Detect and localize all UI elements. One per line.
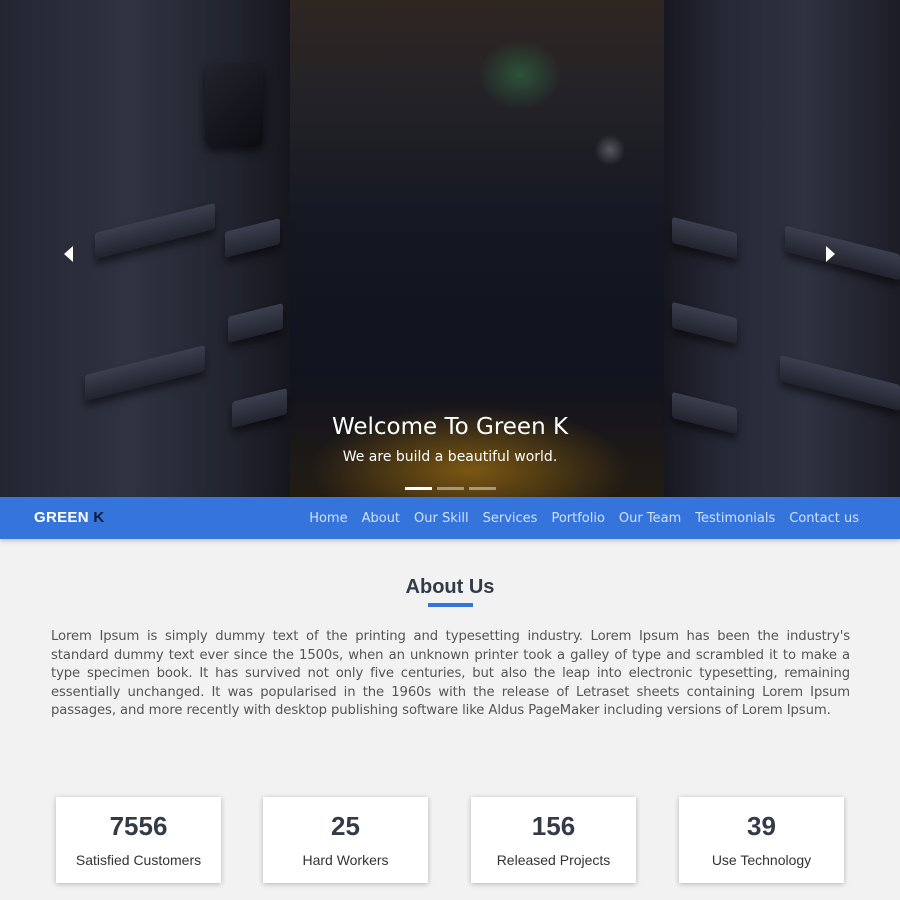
stat-card-projects: 156 Released Projects — [471, 797, 636, 883]
chevron-left-icon — [64, 246, 73, 262]
chevron-right-icon — [826, 246, 835, 262]
brand-accent-text: K — [93, 509, 105, 526]
nav-link-about[interactable]: About — [362, 511, 400, 526]
hero-carousel: Welcome To Green K We are build a beauti… — [0, 0, 900, 497]
nav-link-services[interactable]: Services — [483, 511, 538, 526]
about-title: About Us — [405, 576, 495, 598]
nav-links: Home About Our Skill Services Portfolio … — [295, 497, 859, 539]
brand-logo[interactable]: GREEN K — [34, 509, 104, 526]
carousel-indicator-1[interactable] — [405, 487, 432, 490]
about-title-underline — [428, 603, 473, 607]
hero-title: Welcome To Green K — [331, 414, 569, 440]
stat-number: 7556 — [109, 811, 168, 841]
brand-main-text: GREEN — [34, 509, 89, 526]
stat-card-workers: 25 Hard Workers — [263, 797, 428, 883]
carousel-prev-button[interactable] — [56, 242, 80, 266]
navbar: GREEN K Home About Our Skill Services Po… — [0, 497, 900, 539]
nav-link-portfolio[interactable]: Portfolio — [551, 511, 604, 526]
hero-subtitle: We are build a beautiful world. — [342, 449, 558, 465]
nav-link-testimonials[interactable]: Testimonials — [695, 511, 775, 526]
carousel-next-button[interactable] — [819, 242, 843, 266]
carousel-indicators — [405, 487, 496, 490]
nav-link-contact-us[interactable]: Contact us — [789, 511, 859, 526]
stat-label: Hard Workers — [302, 852, 389, 868]
stat-number: 39 — [747, 811, 776, 841]
stat-label: Satisfied Customers — [75, 852, 202, 868]
nav-link-our-team[interactable]: Our Team — [619, 511, 681, 526]
stat-number: 156 — [531, 811, 576, 841]
nav-link-our-skill[interactable]: Our Skill — [414, 511, 469, 526]
stat-card-customers: 7556 Satisfied Customers — [56, 797, 221, 883]
about-paragraph: Lorem Ipsum is simply dummy text of the … — [51, 629, 850, 718]
nav-link-home[interactable]: Home — [309, 511, 347, 526]
stat-card-technology: 39 Use Technology — [679, 797, 844, 883]
carousel-indicator-2[interactable] — [437, 487, 464, 490]
stat-number: 25 — [331, 811, 360, 841]
stat-label: Use Technology — [711, 852, 812, 868]
stat-label: Released Projects — [496, 852, 611, 868]
carousel-indicator-3[interactable] — [469, 487, 496, 490]
